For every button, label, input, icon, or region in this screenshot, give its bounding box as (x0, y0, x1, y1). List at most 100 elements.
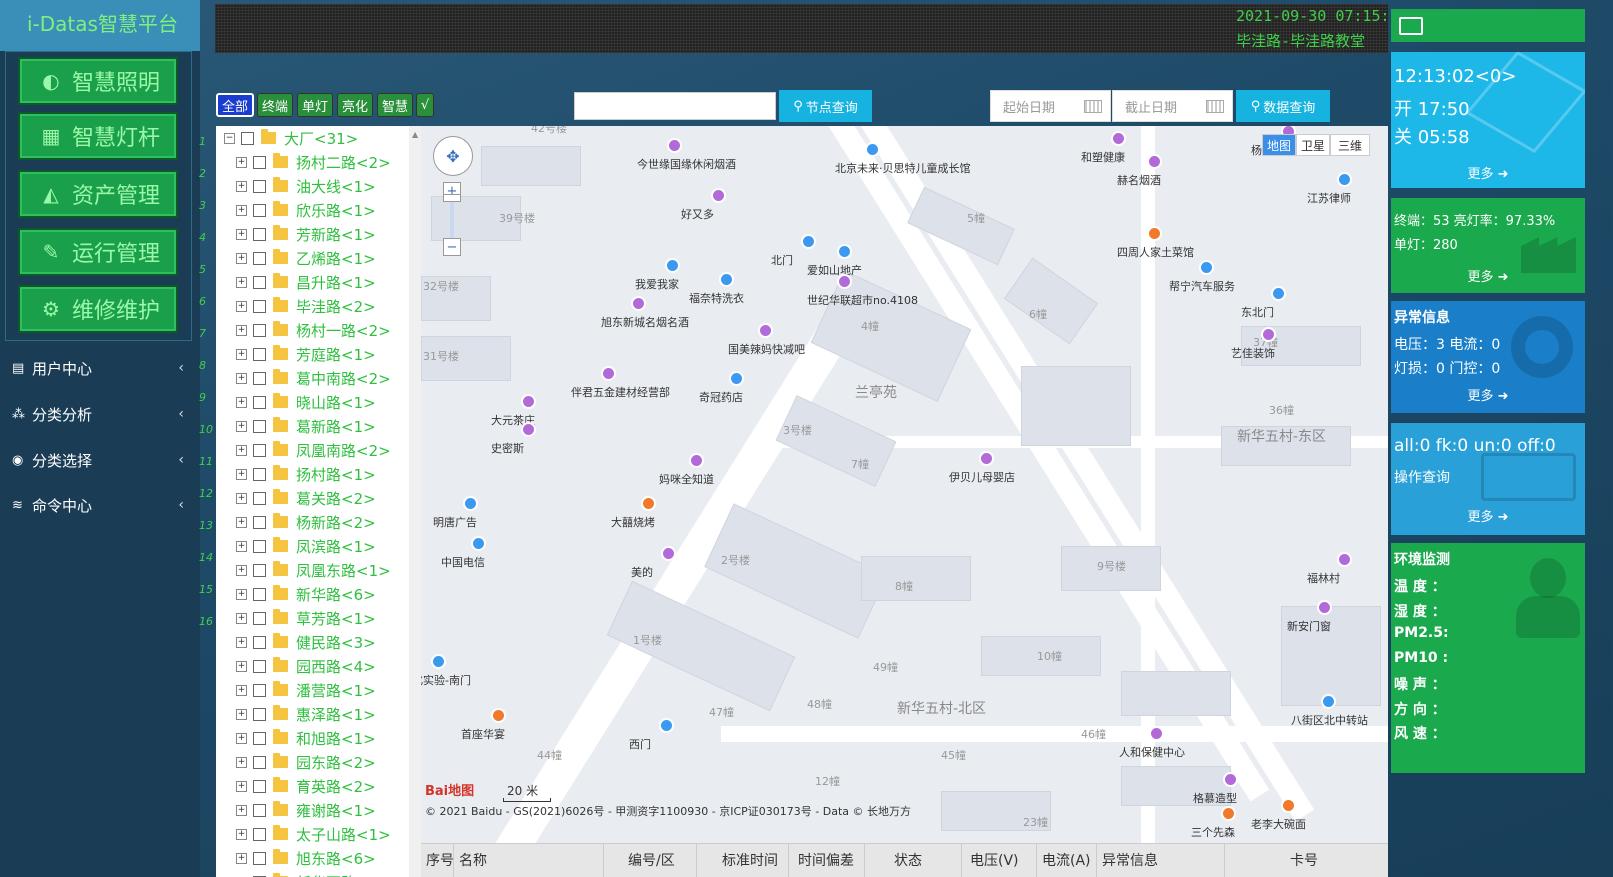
expand-icon[interactable]: + (236, 684, 247, 696)
tree-checkbox[interactable] (253, 539, 266, 553)
map-marker-icon[interactable] (1317, 600, 1332, 615)
tree-item[interactable]: + 杨新路<2> (216, 510, 421, 534)
poi-label[interactable]: 人和保健中心 (1119, 744, 1185, 760)
tree-checkbox[interactable] (253, 731, 266, 745)
map-marker-icon[interactable] (1337, 552, 1352, 567)
tree-item[interactable]: + 扬村路<1> (216, 462, 421, 486)
tree-item[interactable]: + 新华路<6> (216, 582, 421, 606)
expand-icon[interactable]: + (236, 732, 247, 744)
expand-icon[interactable]: + (236, 228, 247, 240)
alarm-more-link[interactable]: 更多 ➜ (1391, 385, 1585, 405)
map-marker-icon[interactable] (837, 274, 852, 289)
tree-item[interactable]: + 欣乐路<1> (216, 198, 421, 222)
poi-label[interactable]: 艺佳装饰 (1231, 345, 1275, 361)
poi-label[interactable]: 今世缘国缘休闲烟酒 (637, 156, 736, 172)
poi-label[interactable]: 福奈特洗衣 (689, 290, 744, 306)
ops-more-link[interactable]: 更多 ➜ (1391, 506, 1585, 526)
map-marker-icon[interactable] (431, 654, 446, 669)
menu-smart-lighting-button[interactable]: ◐ 智慧照明 (18, 57, 178, 105)
search-input[interactable] (574, 92, 776, 120)
expand-icon[interactable]: + (236, 852, 247, 864)
expand-icon[interactable]: + (236, 348, 247, 360)
tree-checkbox[interactable] (253, 179, 266, 193)
expand-icon[interactable]: + (236, 756, 247, 768)
map-marker-icon[interactable] (521, 394, 536, 409)
menu-asset-button[interactable]: ◭ 资产管理 (18, 170, 178, 218)
expand-icon[interactable]: + (236, 420, 247, 432)
map-type-satellite[interactable]: 卫星 (1296, 134, 1330, 156)
tree-checkbox[interactable] (253, 347, 266, 361)
col-header[interactable]: 卡号 (1225, 844, 1388, 877)
map-marker-icon[interactable] (1271, 286, 1286, 301)
poi-label[interactable]: 史密斯 (491, 440, 524, 456)
poi-label[interactable]: 帮宁汽车服务 (1169, 278, 1235, 294)
map-marker-icon[interactable] (1147, 226, 1162, 241)
expand-icon[interactable]: + (236, 564, 247, 576)
poi-label[interactable]: 和塑健康 (1081, 149, 1125, 165)
menu-operation-button[interactable]: ✎ 运行管理 (18, 228, 178, 276)
nav-category-select[interactable]: ◉ 分类选择 ‹ (12, 445, 188, 475)
map-marker-icon[interactable] (801, 234, 816, 249)
col-header[interactable]: 异常信息 (1097, 844, 1225, 877)
expand-icon[interactable]: + (236, 540, 247, 552)
poi-label[interactable]: 赫名烟酒 (1117, 172, 1161, 188)
menu-maintenance-button[interactable]: ⚙ 维修维护 (18, 285, 178, 333)
tree-item[interactable]: +新华西路<1> (216, 870, 421, 877)
tree-root[interactable]: − 大厂<31> (216, 126, 421, 150)
tree-checkbox[interactable] (253, 251, 266, 265)
map-marker-icon[interactable] (758, 323, 773, 338)
tree-item[interactable]: + 凤滨路<1> (216, 534, 421, 558)
terminal-more-link[interactable]: 更多 ➜ (1391, 266, 1585, 286)
map-marker-icon[interactable] (661, 546, 676, 561)
filter-all-button[interactable]: 全部 (216, 93, 254, 117)
nav-command-center[interactable]: ≋ 命令中心 ‹ (12, 490, 188, 520)
map-marker-icon[interactable] (665, 258, 680, 273)
map-marker-icon[interactable] (463, 496, 478, 511)
col-header[interactable]: 状态 (865, 844, 962, 877)
tree-item[interactable]: + 油大线<1> (216, 174, 421, 198)
poi-label[interactable]: 首座华宴 (461, 726, 505, 742)
poi-label[interactable]: 八街区北中转站 (1291, 712, 1368, 728)
expand-icon[interactable]: + (236, 612, 247, 624)
expand-icon[interactable]: + (236, 780, 247, 792)
poi-label[interactable]: 妈咪全知道 (659, 471, 714, 487)
poi-label[interactable]: 我爱我家 (635, 276, 679, 292)
col-header[interactable]: 时间偏差 (789, 844, 865, 877)
map-marker-icon[interactable] (719, 272, 734, 287)
tree-checkbox[interactable] (241, 131, 254, 145)
map-marker-icon[interactable] (1199, 260, 1214, 275)
expand-icon[interactable]: + (236, 804, 247, 816)
map-marker-icon[interactable] (491, 708, 506, 723)
map-type-3d[interactable]: 三维 (1330, 134, 1370, 156)
expand-icon[interactable]: + (236, 276, 247, 288)
poi-label[interactable]: 爱如山地产 (807, 262, 862, 278)
node-query-button[interactable]: ⚲ 节点查询 (779, 90, 872, 122)
map-marker-icon[interactable] (641, 496, 656, 511)
tree-item[interactable]: + 杨村一路<2> (216, 318, 421, 342)
tree-checkbox[interactable] (253, 323, 266, 337)
expand-icon[interactable]: + (236, 252, 247, 264)
road-tree[interactable]: − 大厂<31> + 扬村二路<2> + 油大线<1> + 欣乐路<1> + 芳新路<1> + 乙烯… (216, 126, 421, 877)
expand-icon[interactable]: + (236, 468, 247, 480)
tree-item[interactable]: + 葛关路<2> (216, 486, 421, 510)
expand-icon[interactable]: + (236, 180, 247, 192)
tree-checkbox[interactable] (253, 155, 266, 169)
map-marker-icon[interactable] (1223, 772, 1238, 787)
map-marker-icon[interactable] (1147, 154, 1162, 169)
filter-check-button[interactable]: √ (416, 93, 434, 117)
tree-item[interactable]: + 扬村二路<2> (216, 150, 421, 174)
tree-item[interactable]: + 园东路<2> (216, 750, 421, 774)
map-marker-icon[interactable] (979, 451, 994, 466)
tree-checkbox[interactable] (253, 803, 266, 817)
tree-scrollbar[interactable]: ▲ (409, 126, 421, 877)
map-marker-icon[interactable] (1111, 131, 1126, 146)
filter-single-lamp-button[interactable]: 单灯 (297, 93, 333, 117)
expand-icon[interactable]: + (236, 300, 247, 312)
tree-checkbox[interactable] (253, 611, 266, 625)
tree-checkbox[interactable] (253, 515, 266, 529)
col-header[interactable]: 电压(V) (962, 844, 1037, 877)
tree-item[interactable]: + 葛新路<1> (216, 414, 421, 438)
expand-icon[interactable]: + (236, 324, 247, 336)
tree-checkbox[interactable] (253, 563, 266, 577)
data-query-button[interactable]: ⚲ 数据查询 (1236, 90, 1330, 122)
